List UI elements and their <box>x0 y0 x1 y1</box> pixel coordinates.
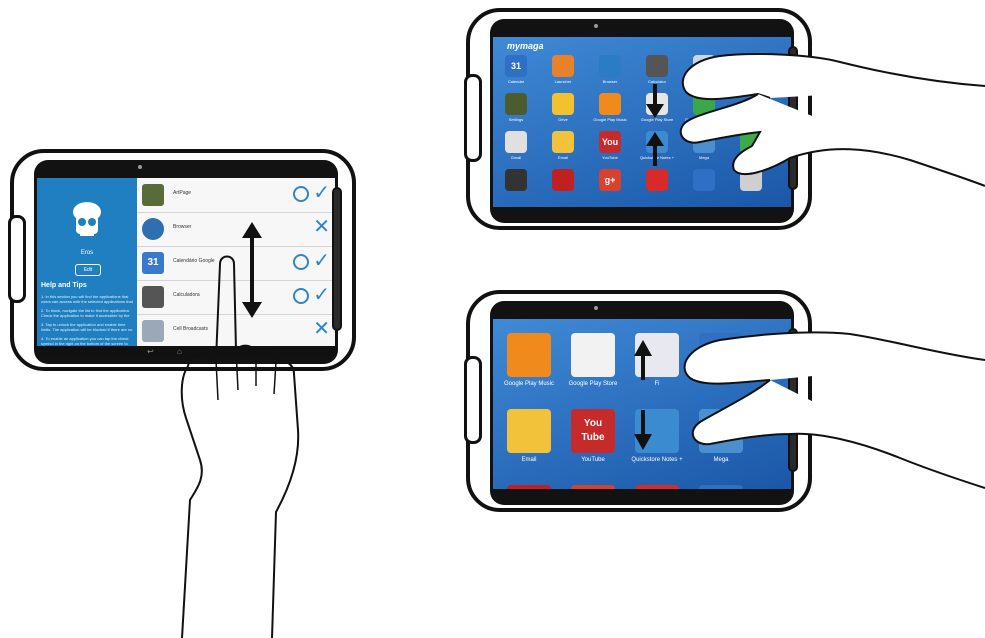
artpage-icon[interactable] <box>505 93 527 115</box>
sidebar: Eros Edit Help and Tips 1. In this secti… <box>37 178 137 358</box>
list-item[interactable]: ArtPage ✓ <box>137 178 335 213</box>
play-store-icon[interactable] <box>571 333 615 377</box>
hand-pinch-icon <box>679 53 985 187</box>
gmail-icon[interactable] <box>505 131 527 153</box>
help-title: Help and Tips <box>41 282 87 289</box>
home-button[interactable] <box>8 215 26 303</box>
settings-icon[interactable] <box>552 55 574 77</box>
app-label: Drive <box>558 117 568 122</box>
list-item[interactable]: Browser ✕ <box>137 212 335 247</box>
check-icon[interactable]: ✓ <box>313 181 330 205</box>
app-label: Calendar <box>507 79 525 84</box>
calendar-icon[interactable]: 31 <box>505 55 527 77</box>
youtube-icon[interactable]: You Tube <box>571 409 615 453</box>
home-button[interactable] <box>464 74 482 162</box>
app-label: YouTube <box>602 155 618 160</box>
camera <box>138 165 142 169</box>
artpage-icon <box>142 184 164 206</box>
globe-icon <box>142 218 164 240</box>
globe-icon[interactable] <box>599 55 621 77</box>
home-button[interactable] <box>464 356 482 444</box>
hand-zoom-icon <box>683 331 985 489</box>
check-icon[interactable]: ✓ <box>313 283 330 307</box>
timer-icon[interactable] <box>293 186 309 202</box>
avatar-icon <box>73 202 101 236</box>
camera <box>594 306 598 310</box>
app-label: Email <box>521 457 537 463</box>
app-label: YouTube <box>581 457 605 463</box>
edit-button[interactable]: Edit <box>75 264 101 276</box>
mcafee-icon[interactable] <box>552 169 574 191</box>
camera <box>594 24 598 28</box>
app-icon[interactable] <box>507 485 551 489</box>
tip-4: 4. To enable an application you can tap … <box>41 336 129 346</box>
google-plus-icon[interactable]: g+ <box>599 169 621 191</box>
cross-icon[interactable]: ✕ <box>313 317 330 341</box>
tip-2: 2. To block, navigate the list to find t… <box>41 308 131 318</box>
profile-name: Eros <box>80 250 94 256</box>
headphones-icon[interactable] <box>507 333 551 377</box>
headphones-icon[interactable] <box>599 93 621 115</box>
app-label: Google Play Music <box>593 117 627 122</box>
email-icon[interactable] <box>507 409 551 453</box>
drive-icon[interactable] <box>552 93 574 115</box>
check-icon[interactable]: ✓ <box>313 249 330 273</box>
app-label: Browser <box>173 224 192 230</box>
app-label: Google Play Store <box>568 381 618 387</box>
app-label: Settings <box>508 117 524 122</box>
tip-3: 3. Tap to unlock the application and ena… <box>41 322 133 332</box>
cross-icon[interactable]: ✕ <box>313 215 330 239</box>
youtube-icon[interactable]: You <box>599 131 621 153</box>
tip-1: 1. In this section you will find the app… <box>41 294 133 304</box>
zoom-arrows-icon <box>634 340 652 450</box>
app-label: ArtPage <box>173 190 192 196</box>
email-icon[interactable] <box>552 131 574 153</box>
hand-pointing-icon <box>180 255 300 638</box>
stylus[interactable] <box>332 187 342 331</box>
app-icon[interactable] <box>571 485 615 489</box>
app-label: Google Play Music <box>503 381 555 387</box>
app-label: Launcher <box>554 79 572 84</box>
app-logo: mymaga <box>507 41 544 51</box>
clapper-icon[interactable] <box>505 169 527 191</box>
app-label: Gmail <box>510 155 522 160</box>
app-label: Email <box>557 155 568 160</box>
app-label: Browser <box>602 79 618 84</box>
